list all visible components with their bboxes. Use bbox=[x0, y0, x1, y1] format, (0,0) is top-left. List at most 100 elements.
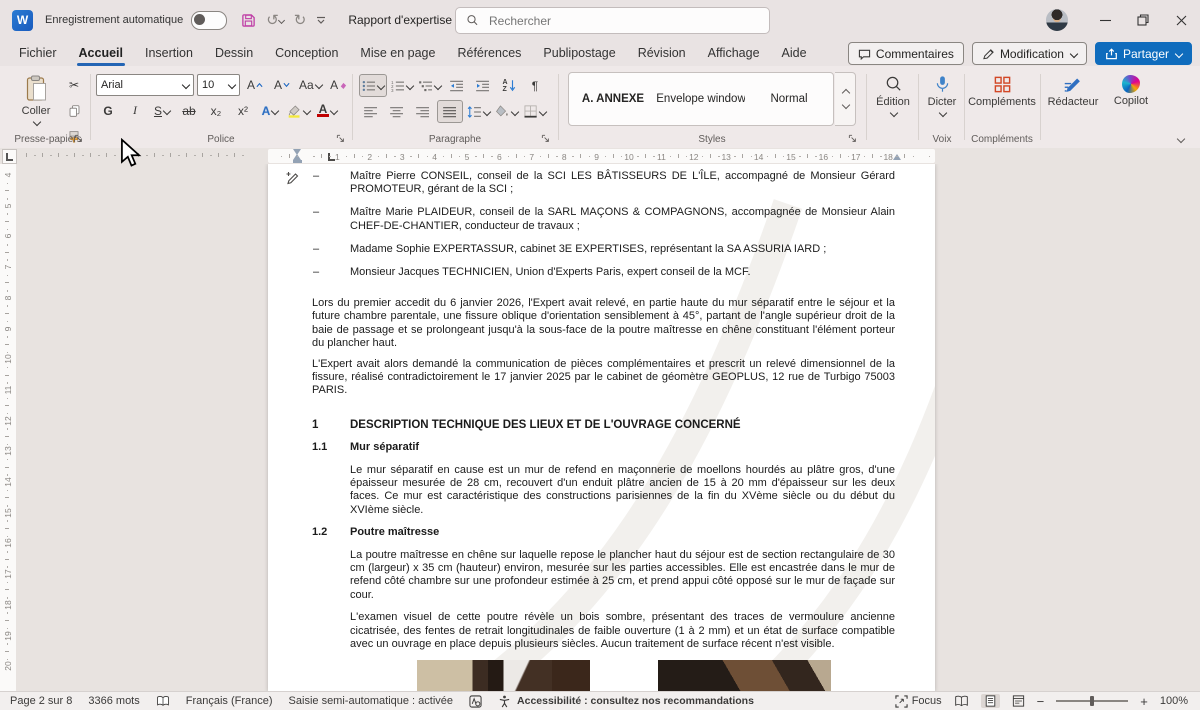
editor-button[interactable]: Rédacteur bbox=[1042, 66, 1104, 148]
text-predictions-icon[interactable] bbox=[469, 695, 482, 708]
proofing-icon[interactable] bbox=[156, 695, 170, 707]
borders-button[interactable] bbox=[522, 101, 548, 122]
numbering-button[interactable]: 123 bbox=[389, 75, 415, 96]
clipboard-dialog-launcher[interactable] bbox=[74, 134, 84, 144]
styles-gallery-scroll[interactable] bbox=[835, 72, 856, 126]
close-button[interactable] bbox=[1162, 0, 1200, 40]
superscript-button[interactable]: x² bbox=[231, 100, 255, 121]
list-item[interactable]: –Madame Sophie EXPERTASSUR, cabinet 3E E… bbox=[312, 243, 895, 256]
comments-button[interactable]: Commentaires bbox=[848, 42, 964, 65]
underline-button[interactable]: S bbox=[150, 100, 174, 121]
search-box[interactable] bbox=[455, 7, 770, 34]
gallery-more-icon[interactable] bbox=[842, 101, 850, 109]
customize-qat-icon[interactable] bbox=[316, 16, 326, 25]
doc-paragraph[interactable]: L'examen visuel de cette poutre révèle u… bbox=[350, 611, 895, 651]
list-item[interactable]: –Monsieur Jacques TECHNICIEN, Union d'Ex… bbox=[312, 266, 895, 279]
print-layout-icon[interactable] bbox=[981, 694, 1000, 708]
tab-revision[interactable]: Révision bbox=[627, 40, 697, 66]
tab-insertion[interactable]: Insertion bbox=[134, 40, 204, 66]
undo-button[interactable]: ↺ bbox=[266, 13, 284, 28]
font-name-combobox[interactable]: Arial bbox=[96, 74, 194, 96]
style-item-1[interactable]: A. ANNEXE bbox=[569, 73, 657, 125]
accessibility-icon[interactable] bbox=[498, 695, 511, 708]
copy-button[interactable] bbox=[62, 100, 86, 121]
tab-fichier[interactable]: Fichier bbox=[8, 40, 68, 66]
tab-dessin[interactable]: Dessin bbox=[204, 40, 264, 66]
styles-dialog-launcher[interactable] bbox=[848, 134, 858, 144]
editing-mode-button[interactable]: Modification bbox=[972, 42, 1087, 65]
shading-button[interactable] bbox=[494, 101, 520, 122]
web-layout-icon[interactable] bbox=[1012, 695, 1025, 707]
list-item[interactable]: –Maître Marie PLAIDEUR, conseil de la SA… bbox=[312, 206, 895, 233]
gallery-up-icon[interactable] bbox=[842, 89, 850, 97]
bold-button[interactable]: G bbox=[96, 100, 120, 121]
read-mode-icon[interactable] bbox=[954, 695, 969, 707]
bullets-button[interactable] bbox=[359, 74, 387, 97]
autocomplete-status[interactable]: Saisie semi-automatique : activée bbox=[289, 695, 453, 707]
font-color-button[interactable]: A bbox=[315, 100, 339, 121]
user-avatar[interactable] bbox=[1046, 9, 1068, 31]
align-left-button[interactable] bbox=[359, 101, 383, 122]
zoom-slider[interactable] bbox=[1056, 700, 1128, 702]
redo-button[interactable]: ↻ bbox=[294, 13, 307, 28]
justify-button[interactable] bbox=[437, 100, 463, 123]
collapse-ribbon-icon[interactable] bbox=[1177, 135, 1185, 143]
style-item-3[interactable]: Normal bbox=[745, 73, 833, 125]
subscript-button[interactable]: x₂ bbox=[204, 100, 228, 121]
line-spacing-button[interactable] bbox=[465, 101, 492, 122]
word-app-icon[interactable]: W bbox=[12, 10, 33, 31]
share-button[interactable]: Partager bbox=[1095, 42, 1192, 65]
word-count[interactable]: 3366 mots bbox=[88, 695, 139, 707]
find-button[interactable]: Édition bbox=[868, 66, 918, 148]
accessibility-status[interactable]: Accessibilité : consultez nos recommanda… bbox=[517, 695, 754, 707]
multilevel-list-button[interactable] bbox=[417, 75, 443, 96]
shrink-font-button[interactable]: A bbox=[270, 75, 294, 96]
tab-aide[interactable]: Aide bbox=[771, 40, 818, 66]
language-indicator[interactable]: Français (France) bbox=[186, 695, 273, 707]
doc-paragraph[interactable]: La poutre maîtresse en chêne sur laquell… bbox=[350, 549, 895, 603]
decrease-indent-button[interactable] bbox=[445, 75, 469, 96]
font-dialog-launcher[interactable] bbox=[336, 134, 346, 144]
autosave-toggle[interactable] bbox=[191, 11, 227, 30]
doc-paragraph[interactable]: Lors du premier accedit du 6 janvier 202… bbox=[312, 297, 895, 351]
strikethrough-button[interactable]: ab bbox=[177, 100, 201, 121]
zoom-slider-thumb[interactable] bbox=[1090, 696, 1094, 706]
pen-sparkle-icon[interactable] bbox=[284, 170, 300, 185]
tab-conception[interactable]: Conception bbox=[264, 40, 349, 66]
copilot-button[interactable]: Copilot bbox=[1106, 66, 1156, 148]
grow-font-button[interactable]: A bbox=[243, 75, 267, 96]
restore-button[interactable] bbox=[1124, 0, 1162, 40]
tab-selector[interactable] bbox=[2, 149, 17, 164]
align-right-button[interactable] bbox=[411, 101, 435, 122]
tab-publipostage[interactable]: Publipostage bbox=[532, 40, 626, 66]
sort-button[interactable]: AZ bbox=[497, 75, 521, 96]
zoom-level[interactable]: 100% bbox=[1160, 695, 1188, 707]
save-icon[interactable] bbox=[241, 13, 256, 28]
document-photo-1[interactable] bbox=[417, 660, 590, 692]
highlight-color-button[interactable] bbox=[285, 100, 312, 121]
left-indent-marker[interactable] bbox=[293, 160, 302, 163]
italic-button[interactable]: I bbox=[123, 100, 147, 121]
cut-button[interactable]: ✂ bbox=[62, 74, 86, 95]
page-indicator[interactable]: Page 2 sur 8 bbox=[10, 695, 72, 707]
paragraph-dialog-launcher[interactable] bbox=[541, 134, 551, 144]
document-content[interactable]: –Maître Pierre CONSEIL, conseil de la SC… bbox=[312, 170, 895, 692]
tab-accueil[interactable]: Accueil bbox=[68, 40, 134, 66]
change-case-button[interactable]: Aa bbox=[297, 75, 324, 96]
focus-button[interactable]: Focus bbox=[895, 695, 942, 708]
minimize-button[interactable] bbox=[1086, 0, 1124, 40]
zoom-in-button[interactable]: + bbox=[1140, 694, 1148, 709]
document-page[interactable]: –Maître Pierre CONSEIL, conseil de la SC… bbox=[268, 164, 935, 692]
doc-heading[interactable]: 1.2Poutre maîtresse bbox=[312, 526, 895, 539]
document-title[interactable]: Rapport d'expertise bbox=[348, 13, 466, 27]
zoom-out-button[interactable]: − bbox=[1037, 694, 1045, 709]
document-photo-2[interactable] bbox=[658, 660, 831, 692]
doc-paragraph[interactable]: Le mur séparatif en cause est un mur de … bbox=[350, 464, 895, 518]
show-formatting-marks-button[interactable]: ¶ bbox=[523, 75, 547, 96]
doc-paragraph[interactable]: L'Expert avait alors demandé la communic… bbox=[312, 358, 895, 398]
search-input[interactable] bbox=[487, 13, 731, 29]
tab-affichage[interactable]: Affichage bbox=[697, 40, 771, 66]
list-item[interactable]: –Maître Pierre CONSEIL, conseil de la SC… bbox=[312, 170, 895, 197]
align-center-button[interactable] bbox=[385, 101, 409, 122]
doc-heading[interactable]: 1.1Mur séparatif bbox=[312, 441, 895, 454]
